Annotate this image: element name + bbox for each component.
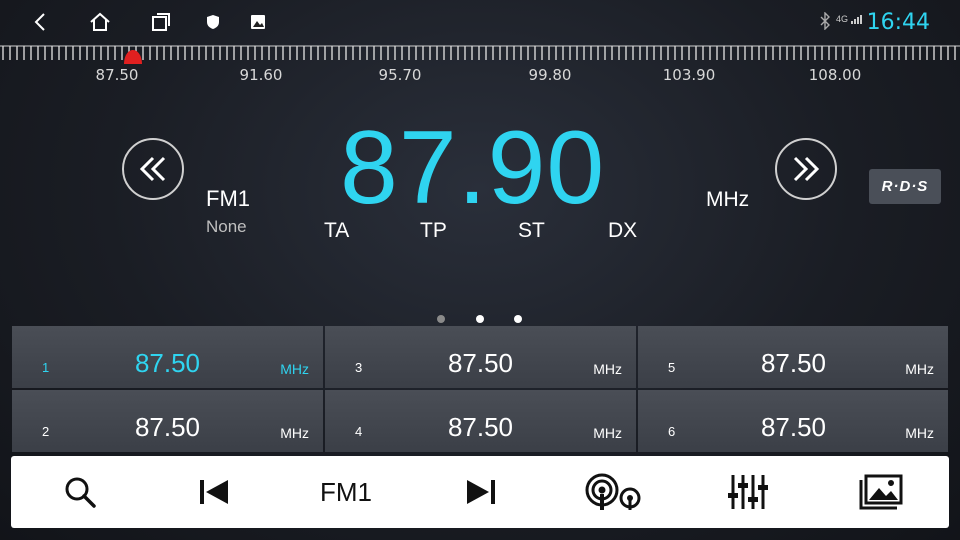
rds-button[interactable]: R·D·S <box>869 169 941 204</box>
seek-forward-button[interactable] <box>775 138 837 200</box>
preset-unit: MHz <box>280 425 309 441</box>
scan-button[interactable] <box>574 456 654 528</box>
status-bar: 4G 16:44 <box>0 0 960 44</box>
tuning-scale[interactable]: 87.50 91.60 95.70 99.80 103.90 108.00 <box>0 44 960 90</box>
preset-unit: MHz <box>593 361 622 377</box>
preset-unit: MHz <box>593 425 622 441</box>
band-button[interactable]: FM1 <box>306 456 386 528</box>
preset-frequency: 87.50 <box>760 412 827 442</box>
gallery-button[interactable] <box>841 456 921 528</box>
seek-back-button[interactable] <box>122 138 184 200</box>
recent-apps-icon[interactable] <box>149 10 173 34</box>
flag-st: ST <box>518 219 545 242</box>
scale-label: 103.90 <box>662 66 716 84</box>
image-icon <box>246 10 270 34</box>
search-icon <box>65 477 96 508</box>
flag-tp: TP <box>420 219 447 242</box>
skip-next-icon <box>467 480 495 504</box>
network-type: 4G <box>835 14 848 24</box>
tuning-marker[interactable] <box>122 48 144 68</box>
band-label: FM1 <box>206 186 250 211</box>
home-icon[interactable] <box>88 10 112 34</box>
preset-frequency: 87.50 <box>134 348 201 378</box>
scale-label: 108.00 <box>808 66 862 84</box>
station-name: None <box>206 217 247 236</box>
flag-ta: TA <box>324 219 350 242</box>
prev-station-button[interactable] <box>174 456 254 528</box>
shield-icon <box>201 10 225 34</box>
skip-previous-icon <box>200 480 228 504</box>
preset-unit: MHz <box>905 361 934 377</box>
preset-3[interactable]: 3 87.50 MHz <box>325 326 636 388</box>
preset-5[interactable]: 5 87.50 MHz <box>638 326 948 388</box>
back-icon[interactable] <box>28 10 52 34</box>
preset-frequency: 87.50 <box>447 348 514 378</box>
scale-label: 91.60 <box>239 66 283 84</box>
bottom-toolbar: FM1 <box>11 456 949 528</box>
preset-1[interactable]: 1 87.50 MHz <box>12 326 323 388</box>
preset-frequency: 87.50 <box>447 412 514 442</box>
scale-label: 99.80 <box>528 66 572 84</box>
scale-label: 95.70 <box>378 66 422 84</box>
clock: 16:44 <box>866 10 930 35</box>
equalizer-button[interactable] <box>708 456 788 528</box>
scale-label: 87.50 <box>95 66 139 84</box>
flag-dx: DX <box>608 219 638 242</box>
preset-grid: 1 87.50 MHz 2 87.50 MHz 3 87.50 MHz 4 87… <box>12 326 948 452</box>
preset-frequency: 87.50 <box>760 348 827 378</box>
search-button[interactable] <box>40 456 120 528</box>
page-dot[interactable] <box>476 315 484 323</box>
preset-unit: MHz <box>905 425 934 441</box>
preset-frequency: 87.50 <box>134 412 201 442</box>
preset-6[interactable]: 6 87.50 MHz <box>638 390 948 452</box>
page-dot[interactable] <box>514 315 522 323</box>
page-indicator <box>0 315 960 325</box>
preset-unit: MHz <box>280 361 309 377</box>
current-frequency: 87.90 <box>340 110 606 226</box>
next-station-button[interactable] <box>441 456 521 528</box>
bluetooth-icon <box>820 11 830 35</box>
band-button-label: FM1 <box>320 476 372 507</box>
page-dot[interactable] <box>437 315 445 323</box>
seek-back-icon <box>139 156 166 182</box>
preset-2[interactable]: 2 87.50 MHz <box>12 390 323 452</box>
frequency-unit: MHz <box>706 188 750 211</box>
preset-4[interactable]: 4 87.50 MHz <box>325 390 636 452</box>
gallery-icon <box>859 474 903 510</box>
broadcast-icon <box>585 473 641 510</box>
scale-ticks <box>0 45 960 60</box>
signal-icon: 4G <box>836 14 862 24</box>
equalizer-icon <box>728 475 768 509</box>
seek-forward-icon <box>793 156 820 182</box>
